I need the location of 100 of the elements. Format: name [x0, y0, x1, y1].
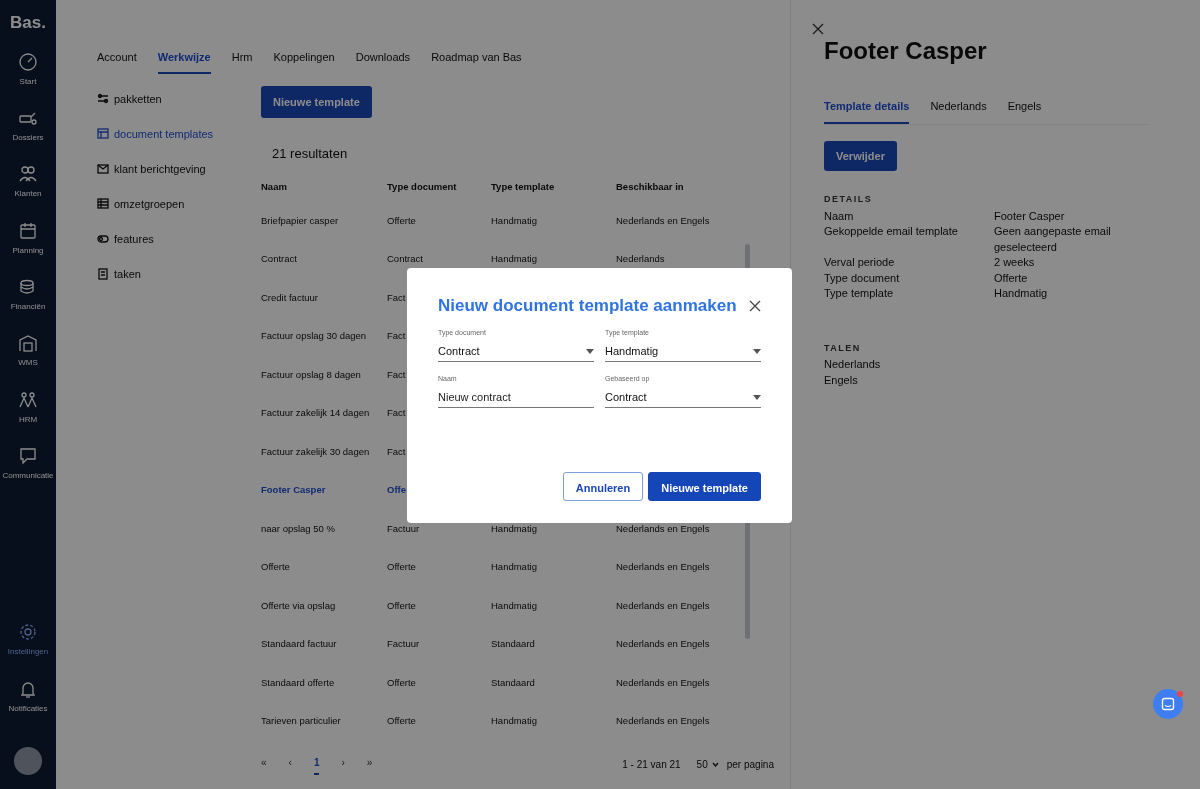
- column-header: Beschikbaar in: [616, 180, 685, 195]
- close-icon: [812, 23, 824, 36]
- tab[interactable]: Account: [97, 44, 137, 74]
- nav-item[interactable]: Planning: [12, 220, 44, 278]
- pager-arrow[interactable]: «: [261, 754, 267, 775]
- table-cell: Nederlands: [616, 252, 665, 267]
- caret-icon: [753, 394, 761, 400]
- gauge-icon: [18, 51, 38, 72]
- table-cell: Offerte: [387, 598, 416, 613]
- table-cell: Handmatig: [491, 714, 537, 729]
- tab[interactable]: Engels: [1007, 98, 1042, 124]
- language-item: Engels: [824, 372, 859, 388]
- table-cell: Credit factuur: [261, 290, 319, 305]
- table-cell: Handmatig: [491, 598, 537, 613]
- nav-item[interactable]: Start: [18, 51, 38, 108]
- tab[interactable]: Werkwijze: [157, 44, 211, 74]
- table-cell: Offerte: [387, 560, 416, 575]
- pager-arrow[interactable]: ›: [341, 754, 345, 775]
- table-cell: Nederlands en Engels: [616, 714, 710, 729]
- panel-title: Footer Casper: [824, 36, 988, 66]
- pager-arrow[interactable]: ‹: [288, 754, 292, 775]
- section-heading: TALEN: [824, 341, 862, 355]
- table-cell: Handmatig: [491, 213, 537, 228]
- table-cell: Fact: [387, 367, 406, 382]
- table-cell: Fact: [387, 406, 406, 421]
- column-header: Naam: [261, 180, 288, 195]
- page-link[interactable]: 1: [313, 754, 320, 775]
- notification-dot: [1177, 691, 1183, 697]
- logo: Bas.: [10, 12, 46, 34]
- nav-item[interactable]: Instellingen: [7, 622, 49, 679]
- table-cell: Handmatig: [491, 521, 537, 536]
- table-cell: Standaard: [491, 637, 535, 652]
- detail-value: Handmatig: [994, 286, 1049, 302]
- page-range: 1 - 21 van 21: [622, 758, 681, 772]
- envelope-icon: [97, 163, 109, 175]
- menu-item[interactable]: document templates: [97, 116, 261, 152]
- chat-bubble-icon: [18, 446, 38, 467]
- nav-item[interactable]: Financiën: [10, 277, 46, 334]
- table-cell: Standaard offerte: [261, 675, 335, 690]
- table-cell: Nederlands en Engels: [616, 213, 710, 228]
- column-header: Type document: [387, 180, 458, 195]
- table-cell: Offerte: [387, 213, 416, 228]
- input-field[interactable]: Nieuw contract: [438, 388, 594, 409]
- table-cell: Factuur: [387, 521, 420, 536]
- tab[interactable]: Template details: [824, 98, 910, 124]
- table-cell: Factuur zakelijk 14 dagen: [261, 406, 370, 421]
- detail-value: Footer Casper: [994, 208, 1066, 224]
- menu-item[interactable]: taken: [97, 256, 261, 292]
- nav-item[interactable]: Notificaties: [8, 678, 48, 735]
- nav-item[interactable]: Communicatie: [2, 446, 54, 503]
- detail-label: Gekoppelde email template: [824, 224, 959, 240]
- new-template-button[interactable]: Nieuwe template: [261, 85, 372, 118]
- menu-item[interactable]: omzetgroepen: [97, 186, 261, 222]
- caret-icon: [753, 348, 761, 354]
- warehouse-icon: [18, 333, 38, 354]
- team-icon: [18, 389, 38, 410]
- detail-label: Type document: [824, 270, 901, 286]
- tab[interactable]: Hrm: [231, 44, 253, 74]
- menu-item[interactable]: klant berichtgeving: [97, 151, 261, 187]
- table-cell: Offerte via opslag: [261, 598, 336, 613]
- chat-icon: [1161, 697, 1175, 711]
- table-cell: Offerte: [387, 714, 416, 729]
- nav-item[interactable]: HRM: [18, 389, 38, 447]
- table-cell: Factuur opslag 8 dagen: [261, 367, 361, 382]
- menu-item[interactable]: pakketten: [97, 81, 261, 117]
- toggle-icon: [97, 233, 109, 245]
- nav-item[interactable]: Dossiers: [12, 107, 44, 165]
- detail-label: Naam: [824, 208, 855, 224]
- page-size-select[interactable]: 50: [696, 757, 719, 772]
- tab[interactable]: Koppelingen: [273, 44, 335, 74]
- table-cell: Fact: [387, 444, 406, 459]
- caret-icon: [586, 348, 594, 354]
- cancel-button[interactable]: Annuleren: [562, 472, 644, 502]
- sliders-icon: [97, 93, 109, 105]
- avatar[interactable]: [14, 747, 42, 775]
- table-cell: Nederlands en Engels: [616, 560, 710, 575]
- detail-label: Type template: [824, 286, 895, 302]
- pager-arrow[interactable]: »: [366, 754, 373, 775]
- tab[interactable]: Roadmap van Bas: [431, 44, 522, 74]
- menu-item[interactable]: features: [97, 221, 261, 257]
- detail-value: 2 weeks: [994, 255, 1036, 271]
- nav-item[interactable]: WMS: [18, 333, 38, 390]
- table-cell: Briefpapier casper: [261, 213, 339, 228]
- tab[interactable]: Nederlands: [930, 98, 987, 124]
- table-cell: Handmatig: [491, 560, 537, 575]
- create-button[interactable]: Nieuwe template: [648, 472, 761, 502]
- nav-item[interactable]: Klanten: [14, 164, 42, 221]
- detail-value: Offerte: [994, 270, 1029, 286]
- table-cell: Footer Casper: [261, 483, 326, 498]
- table-cell: Factuur zakelijk 30 dagen: [261, 444, 370, 459]
- table-cell: Nederlands en Engels: [616, 521, 710, 536]
- table-cell: Tarieven particulier: [261, 714, 341, 729]
- per-page-label: per pagina: [726, 758, 774, 772]
- table-cell: Standaard factuur: [261, 637, 337, 652]
- table-icon: [97, 198, 109, 210]
- layout-icon: [97, 128, 109, 140]
- table-cell: Fact: [387, 329, 406, 344]
- tab[interactable]: Downloads: [355, 44, 411, 74]
- table-cell: Offe: [387, 483, 406, 498]
- delete-button[interactable]: Verwijder: [824, 140, 897, 172]
